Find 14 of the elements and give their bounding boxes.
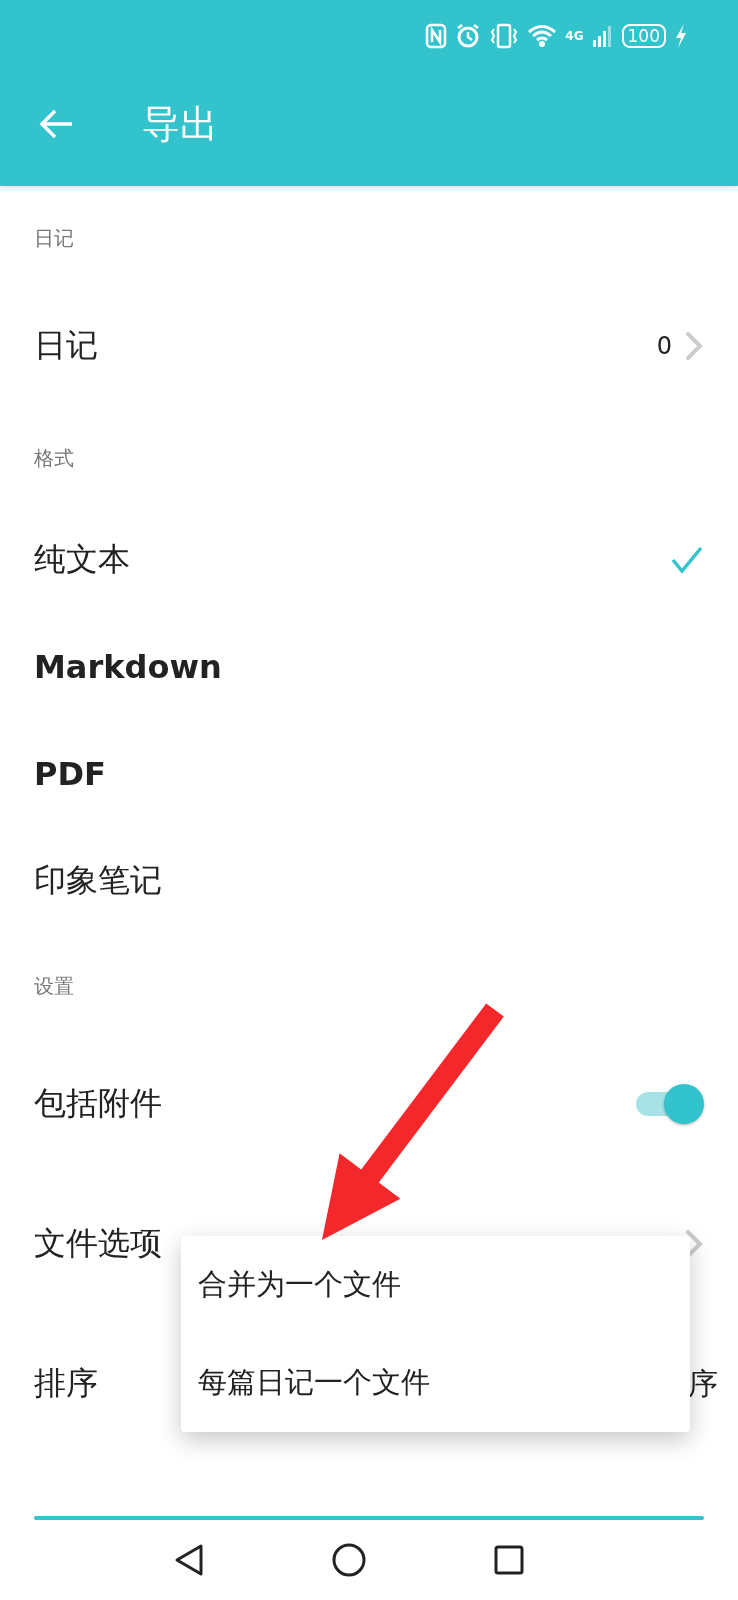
row-label: PDF <box>34 754 106 793</box>
row-label: 文件选项 <box>34 1223 162 1264</box>
row-label: 包括附件 <box>34 1083 162 1124</box>
row-label: 日记 <box>34 325 98 366</box>
section-header: 设置 <box>34 974 74 998</box>
count-value: 0 <box>656 332 672 360</box>
page-title: 导出 <box>142 100 218 148</box>
battery-level: 100 <box>621 24 666 48</box>
row-label: 印象笔记 <box>34 859 162 901</box>
row-label: 纯文本 <box>34 538 130 580</box>
section-header: 日记 <box>34 226 74 250</box>
row-label: Markdown <box>34 647 222 686</box>
network-type: 4G <box>565 29 584 43</box>
section-header: 格式 <box>34 446 74 470</box>
